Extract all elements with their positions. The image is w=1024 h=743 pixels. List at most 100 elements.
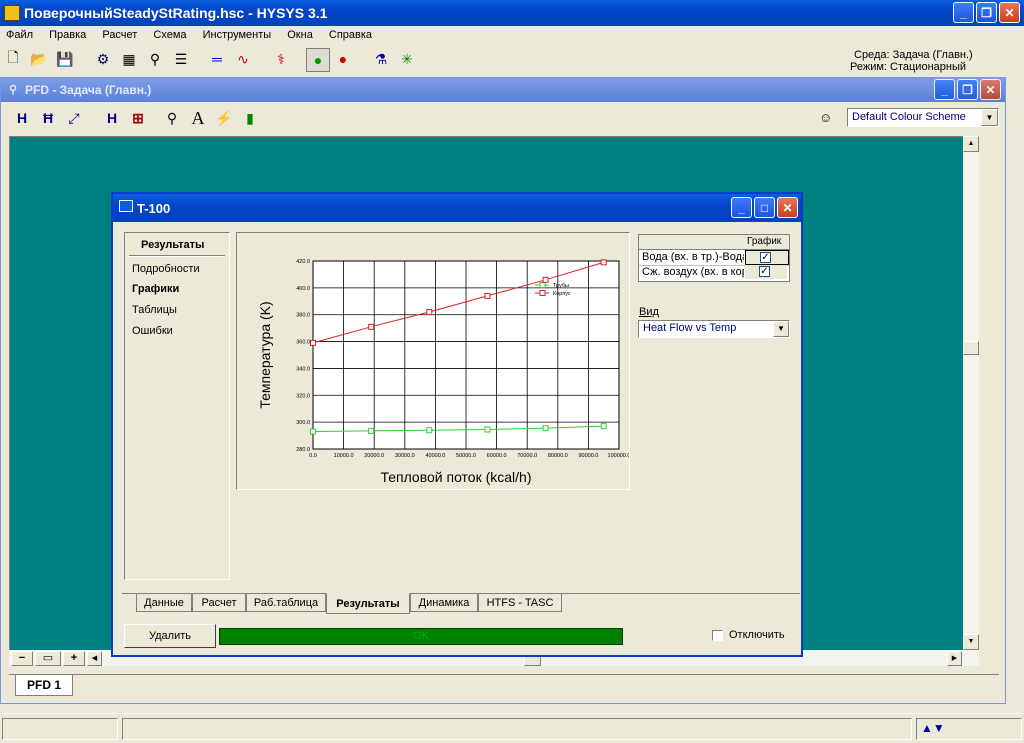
pfd-close-button[interactable]: ✕: [980, 79, 1001, 100]
status-arrows-icon[interactable]: ▲▼: [921, 721, 945, 735]
workbook-icon[interactable]: ▦: [118, 48, 140, 70]
zoom-fit-button[interactable]: ▭: [35, 651, 61, 666]
series-2-label: Сж. воздух (вх. в кор: [642, 266, 744, 278]
colour-scheme-select[interactable]: Default Colour Scheme ▼: [847, 108, 999, 127]
dynamics-mode-icon[interactable]: ✳: [396, 48, 418, 70]
menu-help[interactable]: Справка: [329, 29, 372, 41]
app-minimize-button[interactable]: _: [953, 2, 974, 23]
x-tick-label: 100000.0: [608, 453, 629, 459]
tab-worksheet[interactable]: Раб.таблица: [246, 594, 326, 612]
nav-item-errors[interactable]: Ошибки: [132, 325, 173, 337]
scroll-up-button[interactable]: ▲: [963, 136, 979, 152]
pfd-vertical-scrollbar[interactable]: ▲ ▼: [963, 136, 979, 650]
dialog-maximize-button[interactable]: □: [754, 197, 775, 218]
series-1-point: [310, 428, 316, 435]
status-indicator: OK: [219, 628, 623, 645]
menu-file[interactable]: Файл: [6, 29, 33, 41]
menu-calc[interactable]: Расчет: [102, 29, 137, 41]
zoom-out-button[interactable]: −: [11, 651, 33, 666]
component-manager-icon[interactable]: ⚙: [92, 48, 114, 70]
tab-pfd-1[interactable]: PFD 1: [15, 675, 73, 696]
new-file-icon[interactable]: 🗋: [2, 48, 24, 70]
pfd-text-icon[interactable]: A: [187, 107, 209, 129]
solver-hold-icon[interactable]: ●: [332, 48, 354, 70]
scroll-right-button[interactable]: ▶: [947, 651, 962, 666]
series-2-checkbox[interactable]: ✓: [759, 266, 770, 277]
environment-line-1: Среда: Задача (Главн.): [854, 49, 973, 61]
solver-active-icon[interactable]: ●: [306, 48, 330, 72]
nav-item-tables[interactable]: Таблицы: [132, 304, 177, 316]
zoom-in-button[interactable]: +: [63, 651, 85, 666]
delete-button[interactable]: Удалить: [124, 624, 216, 648]
pfd-zoom-all-icon[interactable]: ⤢: [63, 107, 85, 129]
open-file-icon[interactable]: 📂: [28, 48, 50, 70]
status-indicator-text: OK: [413, 630, 429, 642]
pfd-size-icon[interactable]: H: [11, 107, 33, 129]
tab-dynamics[interactable]: Динамика: [410, 594, 478, 612]
series-1-checkbox[interactable]: ✓: [760, 252, 771, 263]
pfd-toolbar: H Ħ ⤢ H ⊞ ⚲ A ⚡ ▮ ☺ Default Colour Schem…: [1, 104, 1005, 132]
energy-stream-icon[interactable]: ∿: [232, 48, 254, 70]
object-navigator-icon[interactable]: ☰: [170, 48, 192, 70]
menu-tools[interactable]: Инструменты: [203, 29, 272, 41]
legend-label-1: Трубы: [553, 283, 569, 289]
scroll-vertical-thumb[interactable]: [963, 341, 979, 355]
tab-data[interactable]: Данные: [136, 594, 192, 612]
pfd-break-icon[interactable]: H: [101, 107, 123, 129]
view-select[interactable]: Heat Flow vs Temp ▼: [638, 320, 790, 338]
dialog-title-bar: T-100 _ □ ✕: [113, 194, 801, 222]
pfd-title: PFD - Задача (Главн.): [25, 83, 152, 97]
tab-results[interactable]: Результаты: [326, 593, 410, 614]
app-restore-button[interactable]: ❐: [976, 2, 997, 23]
nav-item-details[interactable]: Подробности: [132, 263, 200, 275]
tab-htfs-tasc[interactable]: HTFS - TASC: [478, 594, 562, 612]
disable-checkbox[interactable]: [712, 630, 723, 641]
pfd-layout-icon[interactable]: ⊞: [127, 107, 149, 129]
table-header-row: График: [639, 235, 789, 250]
view-dropdown-icon[interactable]: ▼: [773, 321, 789, 337]
flask-icon[interactable]: ⚗: [370, 48, 392, 70]
status-panel-2: [122, 718, 912, 740]
menu-scheme[interactable]: Схема: [153, 29, 186, 41]
pfd-minimize-button[interactable]: _: [934, 79, 955, 100]
main-toolbar: 🗋 📂 💾 ⚙ ▦ ⚲ ☰ ═ ∿ ⚕ ● ● ⚗ ✳: [0, 46, 460, 72]
y-axis-label: Температура (K): [257, 301, 273, 408]
series-2-cell: ✓: [745, 265, 787, 279]
pfd-lightning-icon[interactable]: ⚡: [213, 107, 235, 129]
save-file-icon[interactable]: 💾: [54, 48, 76, 70]
y-tick-label: 400.0: [296, 286, 310, 292]
heat-flow-chart[interactable]: 0.0 10000.0 20000.0 30000.0 40000.0 50000.0 60…: [237, 233, 629, 489]
menu-edit[interactable]: Правка: [49, 29, 86, 41]
material-stream-icon[interactable]: ═: [206, 48, 228, 70]
nav-item-graphs[interactable]: Графики: [132, 283, 179, 295]
app-close-button[interactable]: ✕: [999, 2, 1020, 23]
dialog-close-button[interactable]: ✕: [777, 197, 798, 218]
pfd-resize-icon[interactable]: Ħ: [37, 107, 59, 129]
binoculars-icon[interactable]: ⚲: [144, 48, 166, 70]
tab-calculation[interactable]: Расчет: [192, 594, 246, 612]
x-tick-label: 0.0: [309, 453, 317, 459]
y-tick-label: 420.0: [296, 259, 310, 265]
pfd-restore-button[interactable]: ❐: [957, 79, 978, 100]
colour-scheme-dropdown-icon[interactable]: ▼: [981, 109, 998, 126]
colour-scheme-icon[interactable]: ☺: [819, 110, 832, 125]
x-tick-label: 40000.0: [425, 453, 445, 459]
nav-divider: [129, 255, 225, 257]
tab-data-label: Данные: [144, 596, 184, 609]
legend-marker-2: [539, 290, 546, 296]
menu-windows[interactable]: Окна: [287, 29, 313, 41]
pfd-traffic-light-icon[interactable]: ▮: [239, 107, 261, 129]
y-tick-label: 280.0: [296, 447, 310, 453]
tab-results-label: Результаты: [336, 597, 400, 610]
pfd-zoom-icon[interactable]: ⚲: [161, 107, 183, 129]
utilities-icon[interactable]: ⚕: [270, 48, 292, 70]
dialog-minimize-button[interactable]: _: [731, 197, 752, 218]
scroll-left-button[interactable]: ◀: [87, 651, 102, 666]
x-axis-label: Тепловой поток (kcal/h): [380, 469, 531, 485]
x-tick-label: 20000.0: [364, 453, 384, 459]
scroll-down-button[interactable]: ▼: [963, 634, 979, 650]
y-tick-label: 340.0: [296, 366, 310, 372]
x-tick-label: 70000.0: [517, 453, 537, 459]
y-tick-label: 360.0: [296, 340, 310, 346]
x-tick-label: 50000.0: [456, 453, 476, 459]
